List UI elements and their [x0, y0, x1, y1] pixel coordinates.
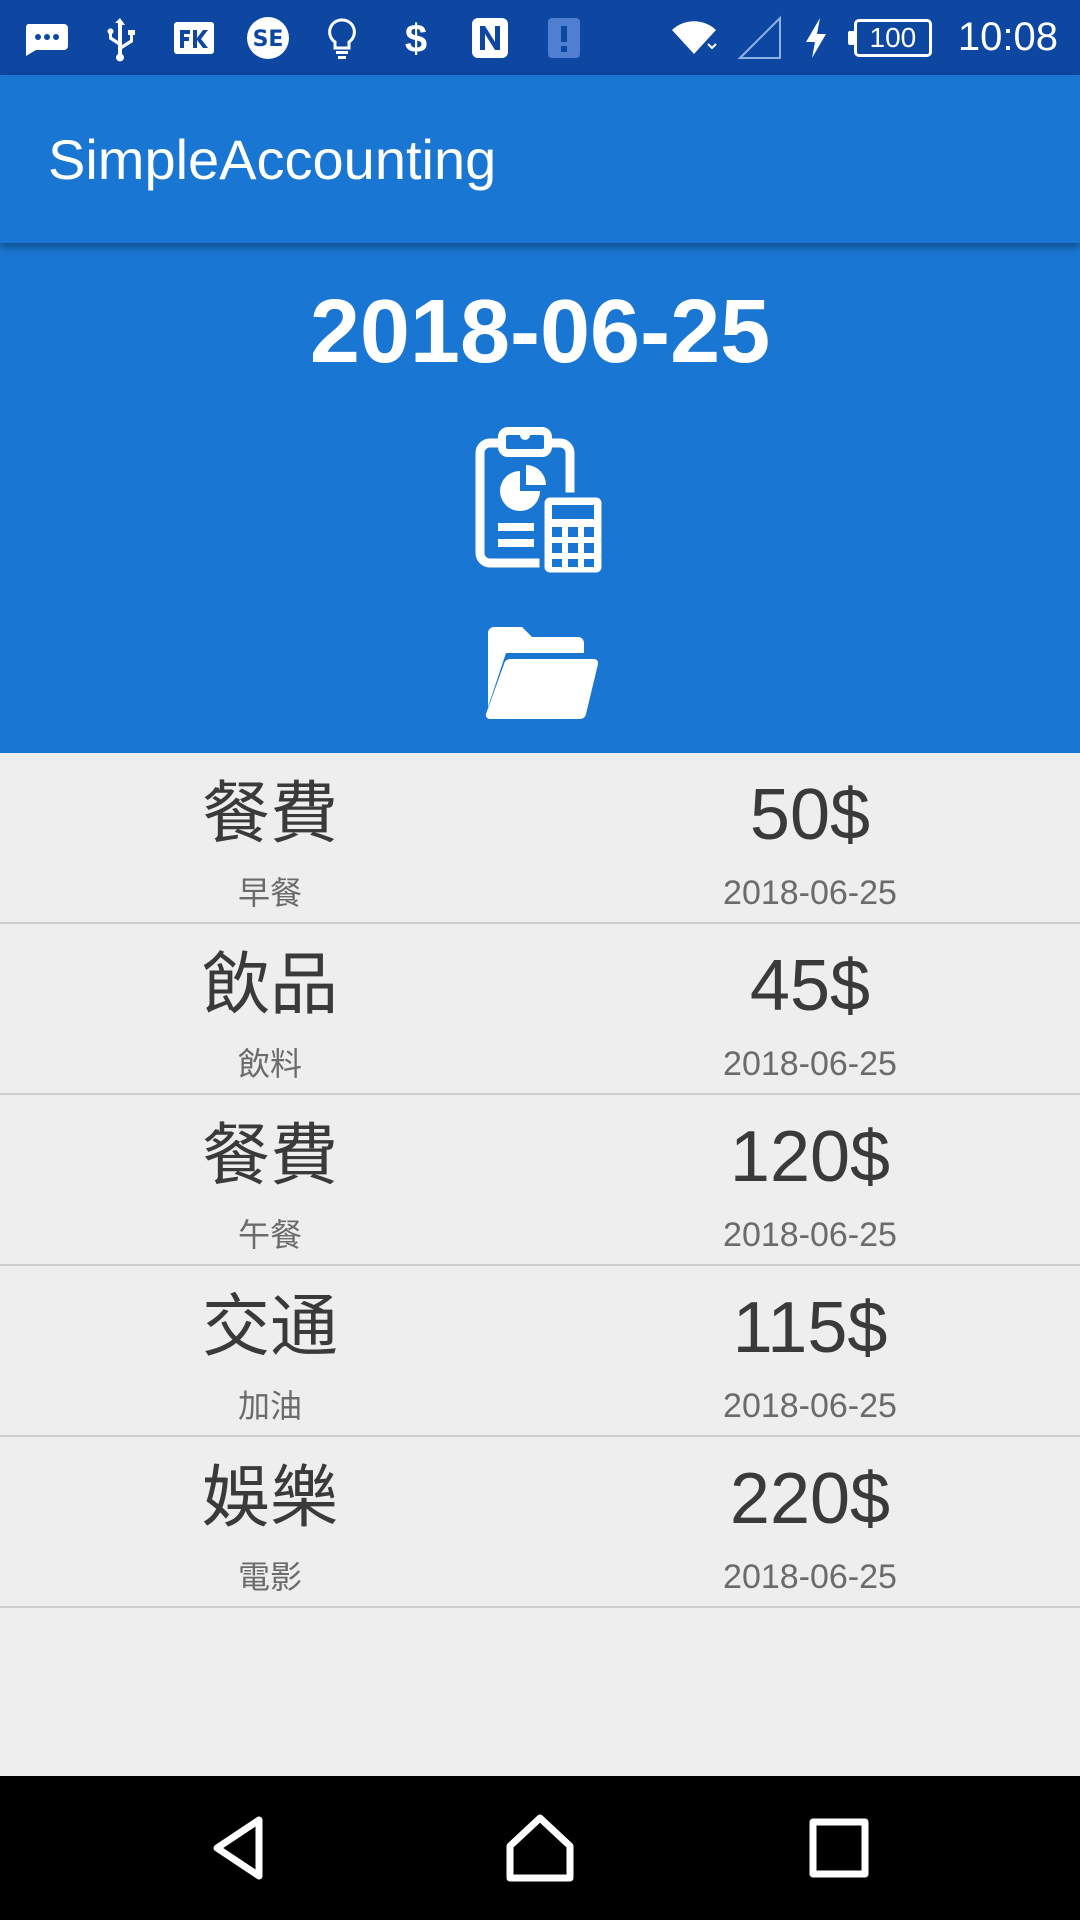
record-category-cell: 娛樂 電影 [20, 1437, 520, 1608]
record-category-cell: 餐費 午餐 [20, 1095, 520, 1266]
record-category: 交通 [201, 1288, 338, 1367]
app-bar: SimpleAccounting [0, 75, 1080, 243]
back-button[interactable] [203, 1810, 279, 1886]
nfc-icon [466, 14, 514, 62]
record-amount-cell: 45$ 2018-06-25 [560, 924, 1060, 1095]
dollar-icon: $ [392, 14, 440, 62]
folder-open-icon [485, 627, 599, 720]
back-icon [213, 1816, 263, 1880]
battery-indicator: 100 [847, 18, 932, 57]
record-date: 2018-06-25 [723, 1558, 897, 1596]
svg-text:SE: SE [253, 27, 284, 52]
record-category: 娛樂 [201, 1459, 338, 1538]
record-amount-cell: 115$ 2018-06-25 [560, 1266, 1060, 1437]
status-clock: 10:08 [957, 15, 1058, 59]
recents-icon [809, 1818, 869, 1878]
alert-icon [540, 14, 588, 62]
lightbulb-icon [318, 14, 366, 62]
signal-icon [736, 14, 784, 62]
record-date: 2018-06-25 [723, 1045, 897, 1083]
wifi-icon [670, 14, 718, 62]
record-row[interactable]: 餐費早餐 50$ 2018-06-25 [0, 753, 1080, 924]
battery-level: 100 [853, 18, 932, 57]
record-list: 餐費 早餐 50$ 2018-06-25 飲品 飲料 45$ 2018-06-25 餐費 午餐 12… [0, 753, 1080, 1608]
folder-button[interactable] [482, 623, 599, 723]
report-button[interactable] [470, 423, 610, 583]
home-button[interactable] [502, 1810, 578, 1886]
record-category-cell: 飲品 飲料 [20, 924, 520, 1095]
current-date[interactable]: 2018-06-25 [0, 281, 1080, 384]
record-date: 2018-06-25 [723, 1387, 897, 1425]
record-date: 2018-06-25 [723, 1216, 897, 1254]
record-category: 餐費 [201, 775, 338, 854]
recents-button[interactable] [801, 1810, 877, 1886]
record-category: 餐費 [201, 1117, 338, 1196]
svg-text:$: $ [405, 17, 427, 61]
record-category-cell: 交通 加油 [20, 1266, 520, 1437]
usb-icon [96, 14, 144, 62]
record-note: 午餐 [237, 1216, 302, 1254]
record-row[interactable]: 交通加油 115$ 2018-06-25 [0, 1266, 1080, 1437]
clipboard-calculator-icon [475, 427, 607, 578]
summary-header: 2018-06-25 [0, 243, 1080, 753]
record-category: 飲品 [201, 946, 338, 1025]
fk-app-icon [170, 14, 218, 62]
charging-icon [802, 14, 830, 62]
record-amount: 120$ [729, 1117, 891, 1197]
message-icon [22, 14, 70, 62]
app-title: SimpleAccounting [48, 127, 497, 191]
status-bar: SE $ 100 10:08 [0, 0, 1080, 75]
record-amount: 115$ [732, 1288, 888, 1368]
sf-app-icon: SE [244, 14, 292, 62]
record-amount: 50$ [749, 775, 871, 855]
navigation-bar [0, 1776, 1080, 1920]
record-category-cell: 餐費 早餐 [20, 753, 520, 924]
record-row[interactable]: 娛樂電影 220$ 2018-06-25 [0, 1437, 1080, 1608]
record-note: 加油 [237, 1387, 302, 1425]
record-date: 2018-06-25 [723, 874, 897, 912]
record-amount-cell: 50$ 2018-06-25 [560, 753, 1060, 924]
record-amount: 45$ [749, 946, 871, 1026]
notification-icons: SE $ [22, 14, 588, 62]
record-amount: 220$ [729, 1459, 891, 1539]
record-row[interactable]: 飲品飲料 45$ 2018-06-25 [0, 924, 1080, 1095]
record-note: 飲料 [237, 1045, 302, 1083]
record-row[interactable]: 餐費午餐 120$ 2018-06-25 [0, 1095, 1080, 1266]
record-amount-cell: 120$ 2018-06-25 [560, 1095, 1060, 1266]
record-note: 電影 [237, 1558, 302, 1596]
record-amount-cell: 220$ 2018-06-25 [560, 1437, 1060, 1608]
record-note: 早餐 [237, 874, 302, 912]
home-icon [506, 1814, 574, 1882]
